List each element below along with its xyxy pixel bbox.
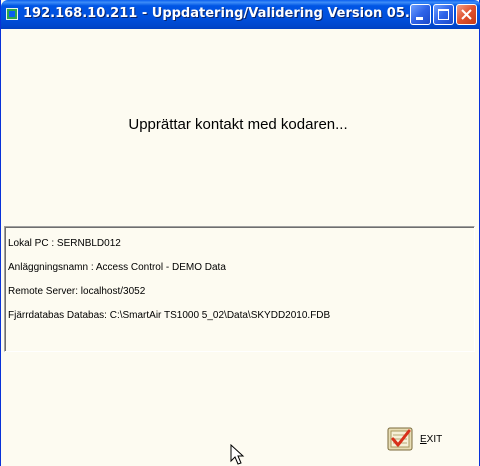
close-button[interactable]	[456, 4, 477, 25]
remote-database-text: Fjärrdatabas Databas: C:\SmartAir TS1000…	[8, 310, 331, 321]
minimize-button[interactable]	[410, 4, 431, 25]
checkmark-icon	[387, 427, 413, 451]
maximize-button[interactable]	[433, 4, 454, 25]
app-window: 192.168.10.211 - Uppdatering/Validering …	[0, 0, 480, 466]
mouse-cursor-icon	[230, 444, 245, 465]
exit-label: EXIT	[420, 433, 443, 445]
maximize-icon	[438, 9, 449, 20]
exit-button[interactable]: EXIT	[387, 426, 442, 452]
facility-name-text: Anläggningsnamn : Access Control - DEMO …	[8, 262, 226, 273]
title-bar[interactable]: 192.168.10.211 - Uppdatering/Validering …	[1, 0, 480, 29]
status-message: Upprättar kontakt med kodaren...	[128, 116, 348, 133]
close-icon	[461, 9, 472, 20]
connection-info-panel: Lokal PC : SERNBLD012 Anläggningsnamn : …	[4, 226, 475, 352]
remote-server-text: Remote Server: localhost/3052	[8, 286, 146, 297]
local-pc-text: Lokal PC : SERNBLD012	[8, 238, 121, 249]
app-icon	[6, 8, 18, 20]
window-title: 192.168.10.211 - Uppdatering/Validering …	[23, 6, 428, 21]
minimize-icon	[416, 17, 423, 20]
